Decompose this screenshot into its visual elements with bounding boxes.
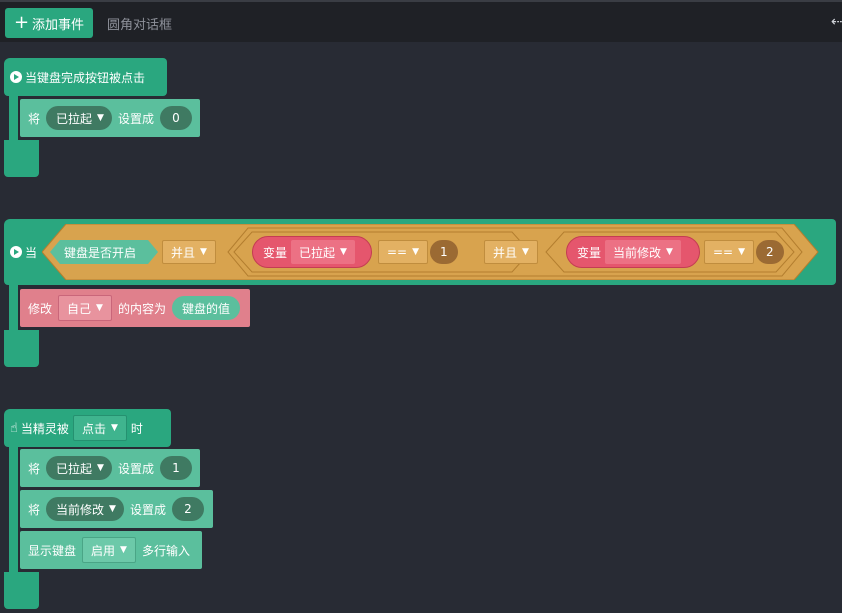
keyboard-mode-dropdown[interactable]: 启用 ▼ [82, 537, 136, 563]
target-name: 自己 [67, 301, 92, 316]
stmt-action: 设置成 [117, 111, 154, 126]
add-event-button[interactable]: + 添加事件 [5, 8, 93, 38]
operator-label: == [387, 245, 408, 259]
hand-pointer-icon: ☝ [10, 420, 18, 436]
variable-name: 已拉起 [299, 245, 336, 260]
hat-prefix: 当精灵被 [20, 421, 69, 436]
caret-down-icon: ▼ [96, 303, 103, 313]
and-label: 并且 [171, 245, 196, 260]
caret-down-icon: ▼ [97, 113, 104, 123]
caret-down-icon: ▼ [340, 247, 347, 257]
event-foot [4, 330, 39, 367]
caret-down-icon: ▼ [200, 247, 207, 257]
event-spine [9, 96, 18, 141]
stmt-prefix: 将 [28, 502, 41, 517]
mode-name: 启用 [91, 543, 116, 558]
target-dropdown[interactable]: 自己 ▼ [58, 295, 112, 321]
stmt-prefix: 修改 [28, 301, 53, 316]
add-event-label: 添加事件 [32, 17, 85, 33]
stmt-action: 设置成 [129, 502, 166, 517]
stmt-suffix: 多行输入 [141, 543, 190, 558]
hat-label: 当键盘完成按钮被点击 [25, 70, 146, 85]
keyboard-value-input[interactable]: 键盘的值 [171, 296, 240, 320]
operator-dropdown-2[interactable]: == ▼ [704, 240, 755, 264]
number-input-2[interactable]: 2 [756, 240, 784, 264]
event-foot [4, 140, 39, 177]
exit-icon[interactable]: ⇠ [831, 14, 842, 30]
event-spine [9, 447, 18, 573]
value-input[interactable]: 2 [171, 497, 204, 521]
and-label: 并且 [493, 245, 518, 260]
variable-name: 已拉起 [56, 461, 93, 476]
variable-compare-2[interactable]: 变量 当前修改 ▼ [566, 236, 700, 268]
hat-suffix: 时 [130, 421, 143, 436]
set-variable-block[interactable]: 将 已拉起 ▼ 设置成 0 [20, 99, 200, 137]
variable-name: 当前修改 [56, 502, 105, 517]
caret-down-icon: ▼ [738, 247, 746, 257]
value-input[interactable]: 1 [159, 456, 192, 480]
stmt-prefix: 显示键盘 [28, 543, 77, 558]
caret-down-icon: ▼ [522, 247, 529, 257]
caret-down-icon: ▼ [97, 463, 104, 473]
value-input[interactable]: 0 [159, 106, 192, 130]
stmt-prefix: 将 [28, 111, 41, 126]
hat-prefix: 当 [25, 245, 38, 260]
caret-down-icon: ▼ [666, 247, 673, 257]
set-variable-block[interactable]: 将 已拉起 ▼ 设置成 1 [20, 449, 200, 487]
and-dropdown-1[interactable]: 并且 ▼ [162, 240, 216, 264]
operator-label: == [713, 245, 734, 259]
show-keyboard-block[interactable]: 显示键盘 启用 ▼ 多行输入 [20, 531, 202, 569]
variable-dropdown[interactable]: 已拉起 ▼ [46, 456, 112, 480]
caret-down-icon: ▼ [120, 545, 127, 555]
stmt-middle: 的内容为 [117, 301, 166, 316]
plus-icon: + [13, 12, 30, 33]
variable-name: 当前修改 [613, 245, 662, 260]
stmt-prefix: 将 [28, 461, 41, 476]
set-variable-block[interactable]: 将 当前修改 ▼ 设置成 2 [20, 490, 213, 528]
variable-name: 已拉起 [56, 111, 93, 126]
variable-prefix: 变量 [577, 245, 602, 260]
variable-compare-1[interactable]: 变量 已拉起 ▼ [252, 236, 372, 268]
top-toolbar: + 添加事件 圆角对话框 ⇠ [0, 0, 842, 42]
stmt-action: 设置成 [117, 461, 154, 476]
trigger-name: 点击 [81, 421, 106, 436]
modify-content-block[interactable]: 修改 自己 ▼ 的内容为 键盘的值 [20, 289, 250, 327]
play-circle-icon [10, 246, 22, 258]
keyboard-open-label: 键盘是否开启 [64, 246, 137, 260]
variable-dropdown[interactable]: 当前修改 ▼ [46, 497, 124, 521]
variable-dropdown[interactable]: 已拉起 ▼ [46, 106, 112, 130]
caret-down-icon: ▼ [109, 504, 116, 514]
tab-rounded-dialog[interactable]: 圆角对话框 [107, 14, 172, 33]
operator-dropdown-1[interactable]: == ▼ [378, 240, 429, 264]
variable-name-dropdown[interactable]: 当前修改 ▼ [605, 240, 681, 264]
event-spine [9, 285, 18, 330]
and-dropdown-2[interactable]: 并且 ▼ [484, 240, 538, 264]
event-foot [4, 572, 39, 609]
caret-down-icon: ▼ [412, 247, 420, 257]
number-input-1[interactable]: 1 [430, 240, 458, 264]
caret-down-icon: ▼ [110, 423, 118, 433]
event-hat-keyboard-done[interactable]: 当键盘完成按钮被点击 [4, 58, 167, 96]
variable-name-dropdown[interactable]: 已拉起 ▼ [291, 240, 355, 264]
trigger-dropdown[interactable]: 点击 ▼ [72, 415, 127, 441]
play-circle-icon [10, 71, 22, 83]
variable-prefix: 变量 [263, 245, 288, 260]
event-hat-sprite-clicked[interactable]: ☝ 当精灵被 点击 ▼ 时 [4, 409, 171, 447]
